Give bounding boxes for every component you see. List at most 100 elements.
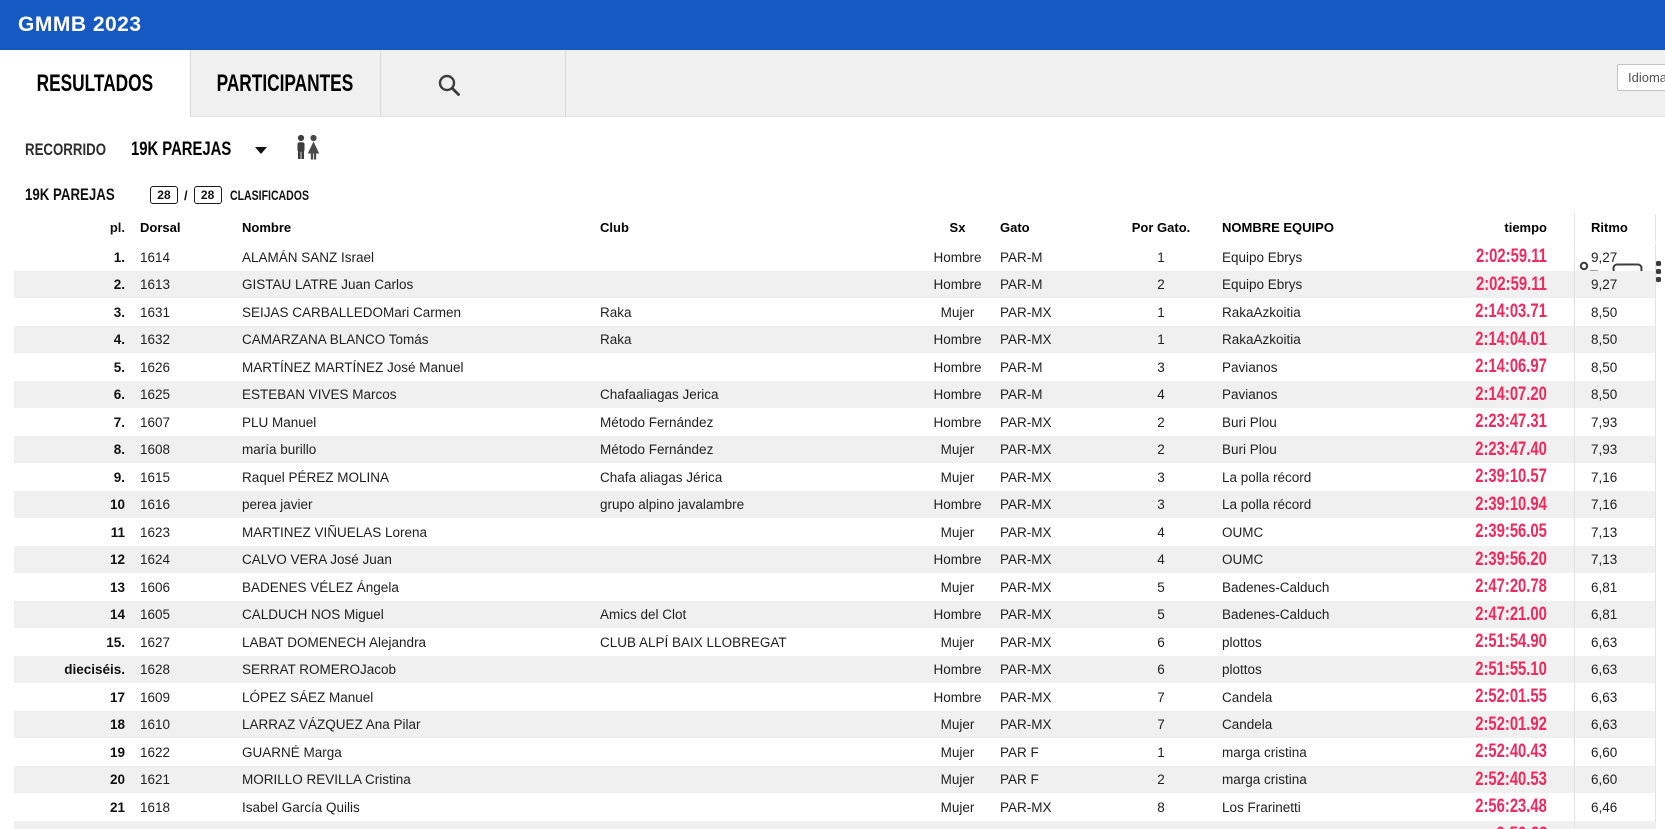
cell-sx: Hombre: [915, 656, 1000, 684]
table-row[interactable]: 141605CALDUCH NOS MiguelAmics del ClotHo…: [14, 601, 1656, 629]
cell-sx: Hombre: [915, 409, 1000, 437]
time-value: 2:52:40.43: [1475, 738, 1547, 766]
recorrido-selector[interactable]: RECORRIDO 19K PAREJAS: [25, 130, 323, 170]
time-value: 2:47:21.00: [1475, 601, 1547, 629]
table-row[interactable]: dieciséis.1628SERRAT ROMEROJacobHombrePA…: [14, 656, 1656, 684]
cell-club: Chafaaliagas Jerica: [600, 381, 915, 409]
cell-ritmo: 7,16: [1575, 491, 1656, 519]
cell-sx: Hombre: [915, 326, 1000, 354]
table-row[interactable]: 2.1613GISTAU LATRE Juan CarlosHombrePAR-…: [14, 271, 1656, 299]
cell-dorsal: 1609: [133, 684, 242, 712]
column-header-sx: Sx: [915, 214, 1000, 242]
cell-pl: 21: [14, 794, 133, 822]
table-row[interactable]: 8.1608maría burilloMétodo FernándezMujer…: [14, 436, 1656, 464]
caret-down-icon[interactable]: [255, 147, 267, 154]
tab-participantes[interactable]: PARTICIPANTES: [190, 50, 380, 117]
table-row[interactable]: 9.1615Raquel PÉREZ MOLINAChafa aliagas J…: [14, 463, 1656, 491]
cell-por_gato: 3: [1100, 354, 1222, 382]
cell-dorsal: 1627: [133, 629, 242, 657]
table-row[interactable]: 7.1607PLU ManuelMétodo FernándezHombrePA…: [14, 408, 1656, 436]
cell-club: Raka: [600, 299, 915, 327]
table-row[interactable]: 191622GUARNÉ MargaMujerPAR F1marga crist…: [14, 738, 1656, 766]
table-row[interactable]: 111623MARTINEZ VIÑUELAS LorenaMujerPAR-M…: [14, 518, 1656, 546]
table-row[interactable]: 171609LÓPEZ SÁEZ ManuelHombrePAR-MX7Cand…: [14, 683, 1656, 711]
cell-tiempo: 2:52:40.53: [1390, 766, 1575, 795]
table-row[interactable]: 15.1627LABAT DOMENECH AlejandraCLUB ALPÍ…: [14, 628, 1656, 656]
search-button[interactable]: [434, 70, 464, 100]
cell-dorsal: 1622: [133, 739, 242, 767]
cell-por_gato: 2: [1100, 436, 1222, 464]
table-row[interactable]: 211618Isabel García QuilisMujerPAR-MX8Lo…: [14, 793, 1656, 821]
time-value: 2:14:04.01: [1475, 326, 1547, 354]
more-options-button[interactable]: [1656, 261, 1664, 285]
cell-dorsal: 1621: [133, 766, 242, 794]
more-options-icon: [1656, 269, 1661, 274]
cell-ritmo: 6,60: [1575, 739, 1656, 767]
recorrido-value[interactable]: 19K PAREJAS: [131, 139, 231, 161]
column-header-pl: pl.: [14, 214, 133, 242]
cell-pl: 22: [14, 821, 133, 829]
cell-pl: 15.: [14, 629, 133, 657]
table-row[interactable]: 121624CALVO VERA José JuanHombrePAR-MX4O…: [14, 546, 1656, 574]
cell-sx: Mujer: [915, 711, 1000, 739]
column-header-por_gato: Por Gato.: [1100, 214, 1222, 242]
cell-pl: 2.: [14, 271, 133, 299]
cell-pl: 13: [14, 574, 133, 602]
time-value: 2:52:40.53: [1475, 766, 1547, 794]
cell-gato: PAR-MX: [1000, 546, 1100, 574]
cell-pl: 5.: [14, 354, 133, 382]
cell-tiempo: 2:47:20.78: [1390, 573, 1575, 602]
cell-ritmo: 6,63: [1575, 711, 1656, 739]
cell-tiempo: 2:52:40.43: [1390, 738, 1575, 767]
cell-equipo: Equipo Ebrys: [1222, 244, 1390, 272]
language-button[interactable]: Idioma: [1617, 64, 1665, 91]
table-row[interactable]: 201621MORILLO REVILLA CristinaMujerPAR F…: [14, 766, 1656, 794]
table-header-row: pl.DorsalNombreClubSxGatoPor Gato.NOMBRE…: [14, 213, 1656, 243]
cell-pl: 9.: [14, 464, 133, 492]
column-header-tiempo: tiempo: [1390, 214, 1575, 242]
cell-tiempo: 2:56:23: [1390, 821, 1575, 829]
table-row[interactable]: 4.1632CAMARZANA BLANCO TomásRakaHombrePA…: [14, 326, 1656, 354]
table-row[interactable]: 6.1625ESTEBAN VIVES MarcosChafaaliagas J…: [14, 381, 1656, 409]
cell-gato: PAR-MX: [1000, 574, 1100, 602]
cell-nombre: LARRAZ VÁZQUEZ Ana Pilar: [242, 711, 600, 739]
cell-sx: Mujer: [915, 794, 1000, 822]
time-value: 2:23:47.40: [1475, 436, 1547, 464]
cell-nombre: BADENES VÉLEZ Ángela: [242, 574, 600, 602]
cell-dorsal: 1624: [133, 546, 242, 574]
cell-equipo: Candela: [1222, 684, 1390, 712]
cell-gato: PAR-M: [1000, 354, 1100, 382]
cell-por_gato: 5: [1100, 574, 1222, 602]
table-row[interactable]: 3.1631SEIJAS CARBALLEDOMari CarmenRakaMu…: [14, 298, 1656, 326]
cell-gato: PAR-MX: [1000, 409, 1100, 437]
time-value: 2:52:01.92: [1475, 711, 1547, 739]
summary-bar: 19K PAREJAS 28 / 28 CLASIFICADOS: [25, 183, 331, 207]
cell-sx: Mujer: [915, 766, 1000, 794]
cell-sx: Hombre: [915, 684, 1000, 712]
cell-sx: Hombre: [915, 601, 1000, 629]
cell-sx: Mujer: [915, 629, 1000, 657]
cell-sx: Mujer: [915, 436, 1000, 464]
table-row[interactable]: 131606BADENES VÉLEZ ÁngelaMujerPAR-MX5Ba…: [14, 573, 1656, 601]
cell-por_gato: 1: [1100, 739, 1222, 767]
table-row[interactable]: 1.1614ALAMÁN SANZ IsraelHombrePAR-M1Equi…: [14, 243, 1656, 271]
cell-gato: PAR F: [1000, 739, 1100, 767]
cell-ritmo: 8,50: [1575, 381, 1656, 409]
cell-por_gato: 4: [1100, 546, 1222, 574]
table-row[interactable]: 5.1626MARTÍNEZ MARTÍNEZ José ManuelHombr…: [14, 353, 1656, 381]
cell-nombre: SERRAT ROMEROJacob: [242, 656, 600, 684]
cell-nombre: perea javier: [242, 491, 600, 519]
tab-resultados[interactable]: RESULTADOS: [0, 50, 190, 117]
time-value: 2:52:01.55: [1475, 683, 1547, 711]
cell-equipo: marga cristina: [1222, 739, 1390, 767]
pairs-filter-button[interactable]: [293, 134, 323, 167]
cell-club: Chafa aliagas Jérica: [600, 464, 915, 492]
cell-por_gato: 5: [1100, 601, 1222, 629]
cell-ritmo: 9,27: [1575, 271, 1656, 299]
table-row[interactable]: 2216172:56:23: [14, 821, 1656, 829]
cell-sx: Hombre: [915, 354, 1000, 382]
table-row[interactable]: 181610LARRAZ VÁZQUEZ Ana PilarMujerPAR-M…: [14, 711, 1656, 739]
time-value: 2:02:59.11: [1476, 243, 1547, 271]
cell-nombre: CALVO VERA José Juan: [242, 546, 600, 574]
table-row[interactable]: 101616perea javiergrupo alpino javalambr…: [14, 491, 1656, 519]
